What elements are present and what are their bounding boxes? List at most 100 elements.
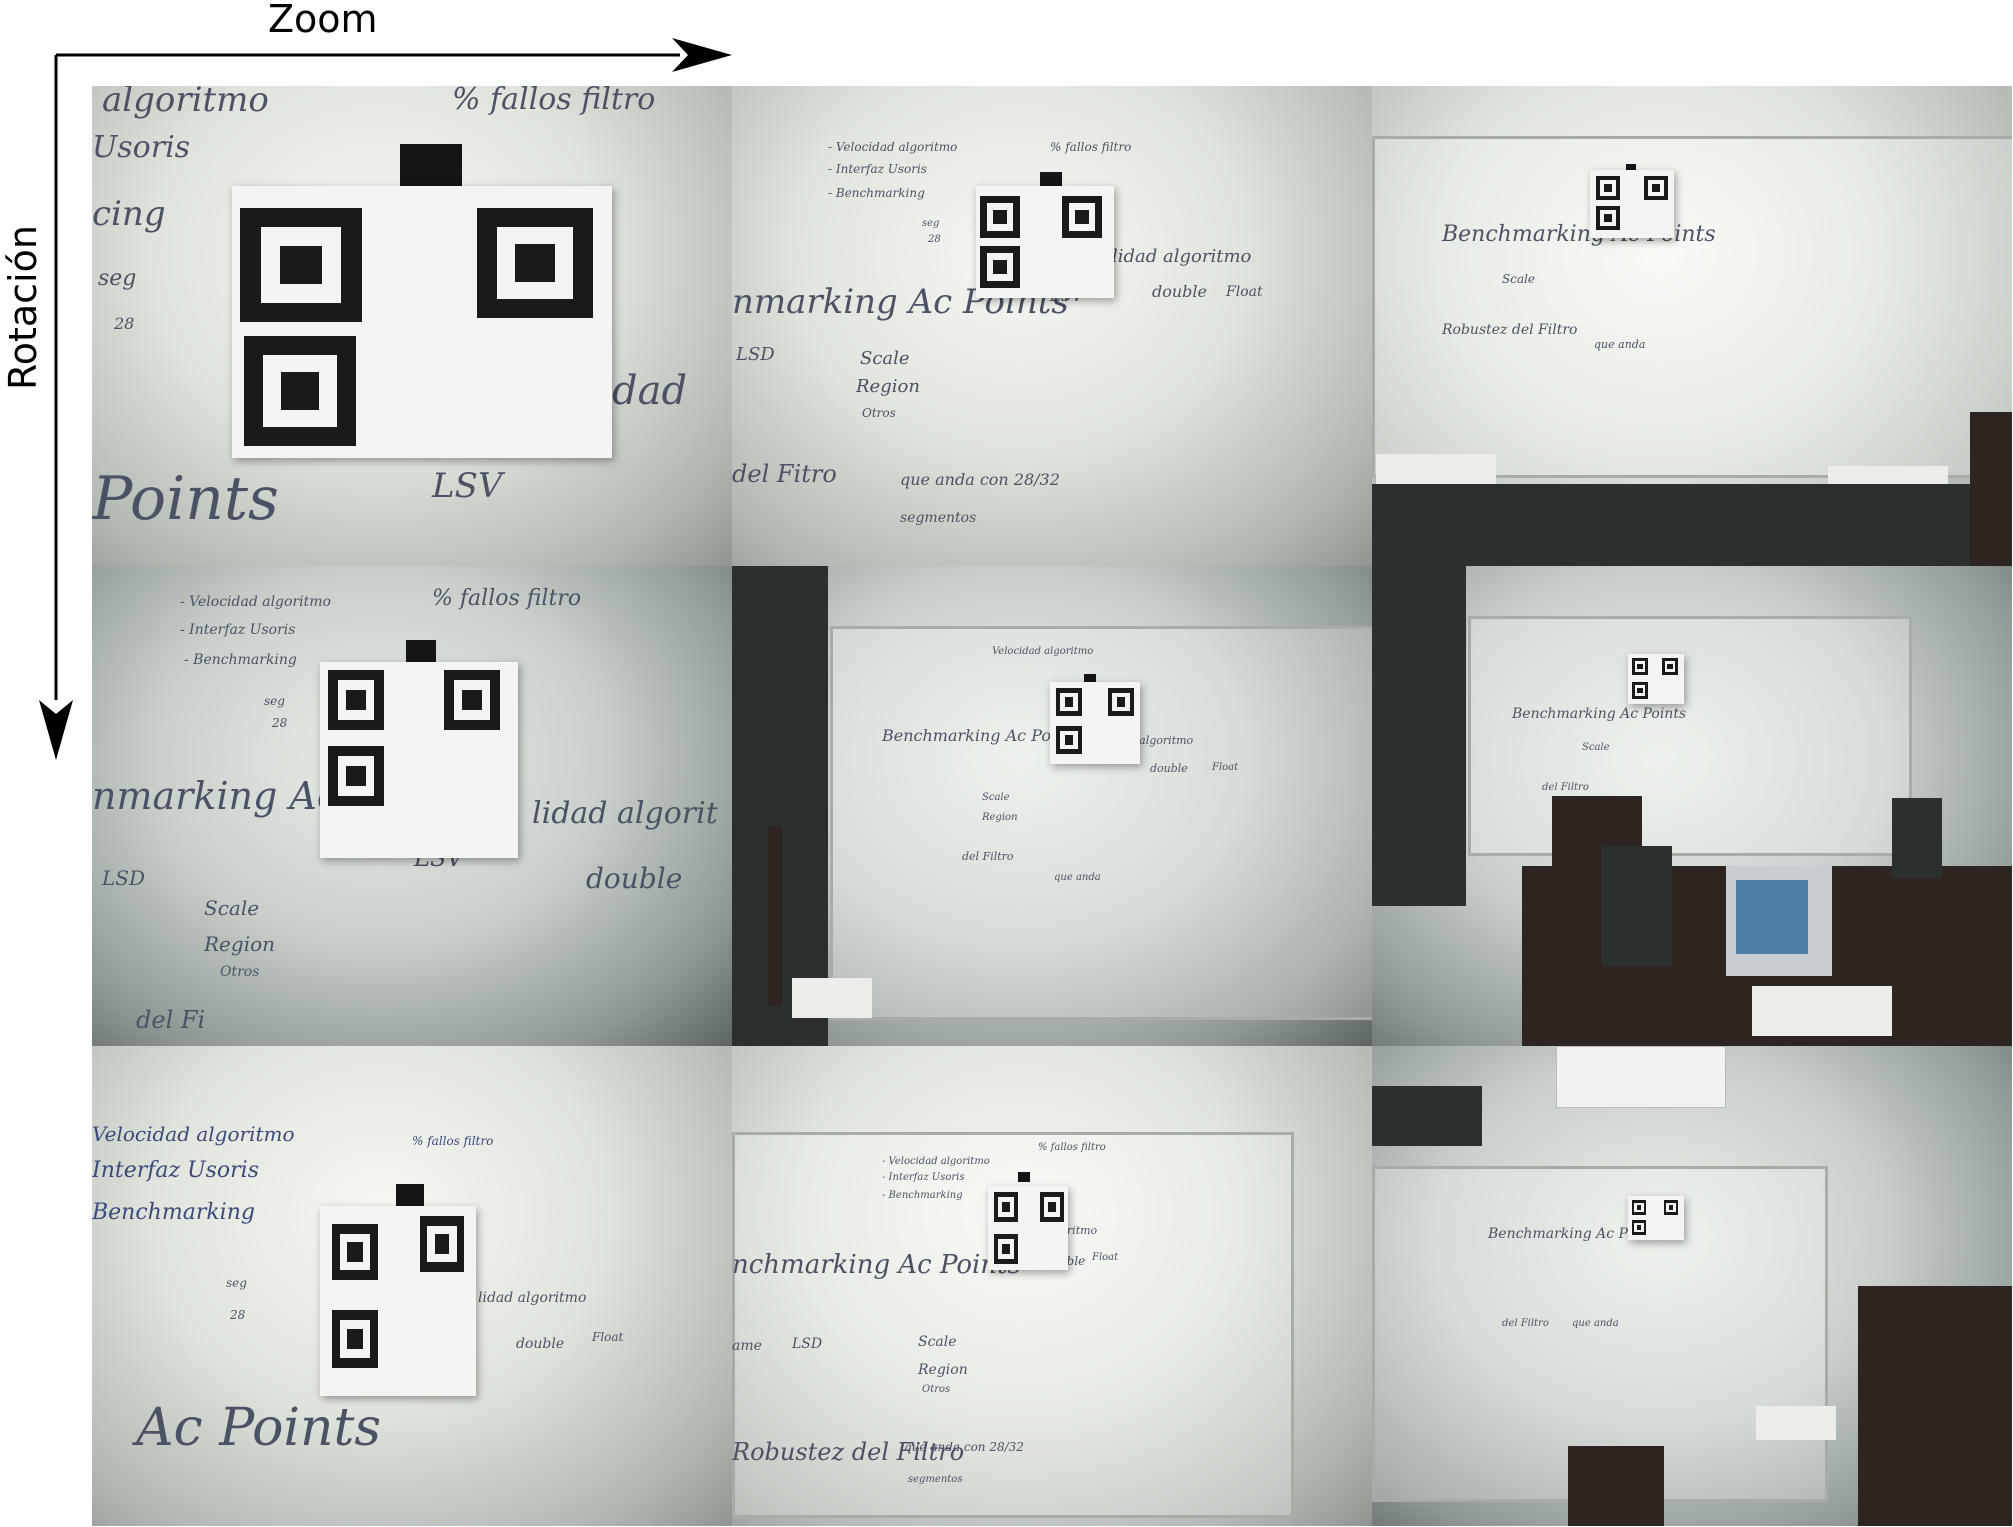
- whiteboard-frame: [1468, 616, 1912, 856]
- whiteboard-frame: [1372, 136, 2012, 478]
- marker-square: [328, 746, 384, 806]
- board-text: % fallos filtro: [432, 586, 582, 611]
- marker-square: [1662, 658, 1678, 675]
- board-text: % fallos filtro: [1050, 140, 1132, 154]
- board-text: LSD: [102, 866, 146, 890]
- board-text: Points: [92, 464, 279, 534]
- marker-square: [1632, 1220, 1646, 1235]
- speaker: [1892, 798, 1942, 878]
- board-text: Region: [204, 932, 276, 956]
- air-conditioner: [1556, 1046, 1726, 1108]
- paper-stack: [1752, 986, 1892, 1036]
- fiducial-marker-sheet: [1628, 1196, 1684, 1240]
- board-text: Float: [1092, 1252, 1119, 1263]
- marker-square: [1664, 1200, 1678, 1215]
- marker-square: [980, 196, 1020, 238]
- board-text: double: [516, 1336, 565, 1352]
- board-text: - Interfaz Usoris: [828, 162, 927, 176]
- board-text: Scale: [982, 792, 1010, 803]
- board-text: que anda: [1572, 1318, 1619, 1329]
- board-text: Scale: [860, 348, 910, 369]
- board-text: que anda con 28/32: [900, 470, 1060, 489]
- marker-square: [1644, 176, 1668, 200]
- marker-square: [244, 336, 356, 446]
- board-text: algoritmo: [102, 86, 269, 120]
- board-text: del Filtro: [1502, 1318, 1549, 1329]
- board-text: dad: [612, 368, 688, 414]
- board-text: Region: [982, 812, 1018, 823]
- board-text: Velocidad algoritmo: [992, 646, 1094, 657]
- marker-square: [1108, 688, 1134, 716]
- drum: [1568, 1446, 1664, 1526]
- photo-rotation-2-zoom-2: Velocidad algoritmo Benchmarking Ac Poin…: [732, 566, 1372, 1046]
- board-text: Scale: [204, 896, 260, 920]
- board-text: del Fi: [136, 1006, 206, 1034]
- fiducial-marker-sheet: [1050, 682, 1140, 764]
- marker-square: [1596, 176, 1620, 200]
- board-text: 28: [272, 716, 288, 730]
- board-text: % fallos filtro: [412, 1134, 494, 1148]
- board-text: segmentos: [900, 510, 977, 526]
- marker-square: [980, 246, 1020, 288]
- marker-square: [1062, 196, 1102, 238]
- floor-shadow: [1372, 484, 2012, 566]
- board-text: ame: [732, 1338, 762, 1354]
- marker-square: [240, 208, 362, 322]
- board-text: 28: [114, 314, 135, 333]
- photo-rotation-1-zoom-3: Benchmarking Ac Points Scale Robustez de…: [1372, 86, 2012, 566]
- paper-clip-tab: [400, 144, 462, 186]
- marker-square: [332, 1310, 378, 1368]
- fiducial-marker-sheet: [976, 186, 1114, 298]
- rotation-arrow: [39, 55, 73, 760]
- board-text: - Velocidad algoritmo: [882, 1156, 990, 1167]
- photo-rotation-3-zoom-2: - Velocidad algoritmo - Interfaz Usoris …: [732, 1046, 1372, 1526]
- board-text: - Interfaz Usoris: [882, 1172, 965, 1183]
- board-text: seg: [922, 218, 940, 229]
- board-text: del Filtro: [962, 850, 1014, 863]
- board-text: Scale: [1582, 742, 1610, 753]
- desk: [1858, 1286, 2012, 1526]
- board-text: - Velocidad algoritmo: [828, 140, 958, 154]
- paper-clip-tab: [396, 1184, 424, 1206]
- board-text: seg: [264, 694, 285, 708]
- board-text: LSV: [432, 466, 503, 506]
- board-text: que anda: [1594, 338, 1646, 351]
- board-text: Region: [918, 1362, 968, 1378]
- board-text: Scale: [1502, 272, 1536, 286]
- board-text: Otros: [220, 964, 260, 980]
- fiducial-marker-sheet: [320, 662, 518, 858]
- laptop-screen: [1736, 880, 1808, 954]
- board-text: Float: [1226, 284, 1263, 300]
- photo-grid: algoritmo Usoris cing seg 28 dad Points …: [92, 86, 2012, 1526]
- board-text: Scale: [918, 1334, 957, 1350]
- paper-clip-tab: [1018, 1172, 1030, 1182]
- board-text: % fallos filtro: [1038, 1142, 1106, 1153]
- speaker: [1602, 846, 1672, 966]
- board-text: - Interfaz Usoris: [180, 622, 296, 638]
- board-text: Otros: [862, 406, 896, 420]
- marker-square: [994, 1234, 1018, 1264]
- marker-square: [477, 208, 593, 318]
- fiducial-marker-sheet: [320, 1206, 476, 1396]
- photo-rotation-3-zoom-1: Velocidad algoritmo Interfaz Usoris Benc…: [92, 1046, 732, 1526]
- board-text: - Benchmarking: [828, 186, 925, 200]
- marker-square: [994, 1192, 1018, 1222]
- board-text: Robustez del Filtro: [1442, 322, 1578, 338]
- board-text: cing: [92, 194, 166, 234]
- board-text: seg: [98, 266, 137, 291]
- board-text: Float: [592, 1330, 624, 1344]
- marker-square: [1056, 726, 1082, 754]
- board-text: que anda: [1054, 872, 1101, 883]
- fiducial-marker-sheet: [232, 186, 612, 458]
- board-text: lidad algoritmo: [478, 1290, 587, 1306]
- board-text: % fallos filtro: [452, 86, 656, 117]
- board-text: del Fitro: [732, 460, 837, 488]
- marker-square: [332, 1224, 378, 1280]
- marker-square: [1632, 1200, 1646, 1215]
- board-text: Benchmarking: [92, 1200, 255, 1225]
- fiducial-marker-sheet: [1590, 170, 1674, 238]
- photo-rotation-1-zoom-2: - Velocidad algoritmo - Interfaz Usoris …: [732, 86, 1372, 566]
- chair: [1970, 412, 2012, 566]
- board-text: - Benchmarking: [184, 652, 297, 668]
- board-text: Otros: [922, 1384, 951, 1395]
